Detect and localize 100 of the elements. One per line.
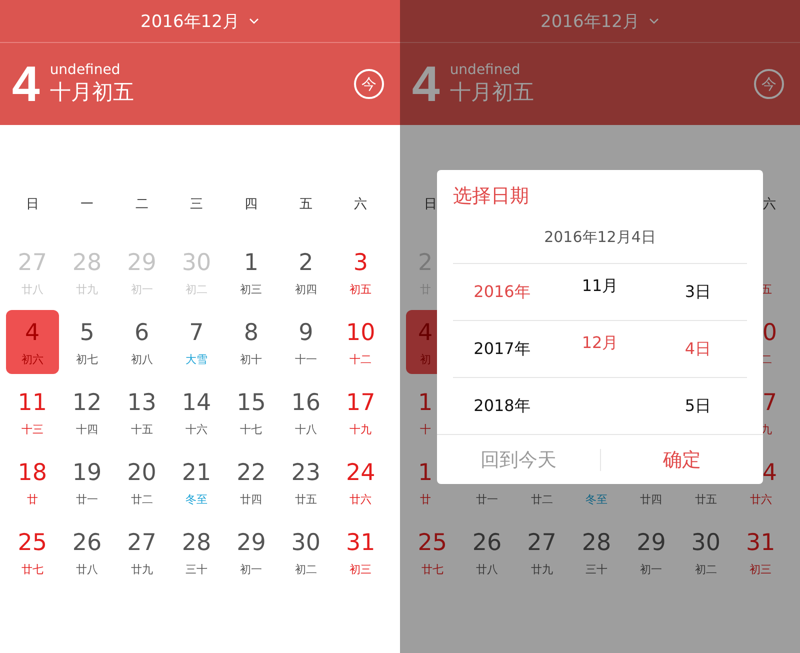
lunar-date: 廿一 — [76, 492, 98, 507]
day-number: 3 — [353, 249, 368, 277]
day-number: 9 — [298, 319, 314, 347]
day-number: 28 — [582, 529, 612, 557]
lunar-date: 冬至 — [585, 492, 608, 507]
lunar-date: 廿 — [419, 492, 431, 507]
day-number: 29 — [236, 529, 266, 557]
day-number: 1 — [417, 389, 433, 417]
day-note: undefined — [50, 62, 122, 78]
lunar-date: 初一 — [130, 282, 153, 297]
day-number: 21 — [182, 459, 212, 487]
weekday-label: 日 — [423, 196, 438, 214]
lunar-date: 廿五 — [294, 492, 317, 507]
day-number: 30 — [182, 249, 212, 277]
lunar-date: 十 — [419, 422, 431, 437]
day-number: 20 — [127, 459, 156, 487]
day-number: 14 — [182, 389, 212, 417]
day-number: 18 — [18, 459, 47, 487]
day-number: 28 — [72, 249, 102, 277]
lunar-date: 廿七 — [421, 562, 444, 577]
day-number: 27 — [18, 249, 47, 277]
lunar-date: 廿九 — [76, 282, 98, 297]
day-number: 26 — [72, 529, 102, 557]
day-number: 15 — [236, 389, 266, 417]
day-number: 8 — [244, 319, 259, 347]
lunar-date: 廿五 — [694, 492, 717, 507]
day-number: 31 — [346, 529, 376, 557]
lunar-date: 十四 — [76, 422, 98, 437]
day-number: 30 — [691, 529, 721, 557]
day-number: 27 — [527, 529, 556, 557]
lunar-date: 廿八 — [21, 282, 44, 297]
lunar-date: 十七 — [240, 422, 262, 437]
day-number: 4 — [412, 55, 440, 113]
lunar-date: 冬至 — [185, 492, 208, 507]
weekday-label: 日 — [24, 196, 40, 214]
lunar-date: 十六 — [185, 422, 208, 437]
day-number: 11 — [18, 389, 47, 417]
lunar-date: 十月初五 — [450, 79, 535, 106]
day-number: 31 — [746, 529, 776, 557]
day-number: 12 — [72, 389, 102, 417]
lunar-date: 廿二 — [530, 492, 553, 507]
day-number: 27 — [127, 529, 156, 557]
lunar-date: 廿 — [26, 492, 38, 507]
lunar-date: 三十 — [585, 562, 608, 577]
lunar-date: 十二 — [350, 352, 372, 367]
weekday-label: 一 — [80, 196, 95, 214]
lunar-date: 初二 — [185, 282, 208, 297]
lunar-date: 初七 — [76, 352, 98, 367]
lunar-date: 初二 — [694, 562, 717, 577]
day-number: 0 — [762, 319, 778, 347]
dialog-title: 选择日期 — [452, 184, 530, 209]
weekday-label: 四 — [244, 196, 259, 214]
lunar-date: 十一 — [294, 352, 317, 367]
lunar-date: 廿一 — [476, 492, 498, 507]
day-number: 10 — [346, 319, 376, 347]
lunar-date: 廿六 — [350, 492, 372, 507]
day-number: 6 — [134, 319, 150, 347]
day-number: 22 — [236, 459, 266, 487]
day-number: 7 — [762, 389, 778, 417]
weekday-label: 五 — [298, 196, 314, 214]
weekday-label: 六 — [353, 196, 368, 214]
day-number: 1 — [417, 459, 433, 487]
day-number: 29 — [636, 529, 666, 557]
lunar-date: 初三 — [350, 562, 372, 577]
day-number: 25 — [418, 529, 447, 557]
lunar-date: 初八 — [130, 352, 153, 367]
day-number: 1 — [244, 249, 259, 277]
lunar-date: 初五 — [350, 282, 372, 297]
lunar-date: 初二 — [294, 562, 317, 577]
day-number: 30 — [291, 529, 321, 557]
day-number: 4 — [762, 459, 778, 487]
lunar-date: 廿七 — [21, 562, 44, 577]
day-number: 4 — [12, 55, 40, 113]
lunar-date: 初三 — [750, 562, 772, 577]
lunar-date: 廿四 — [240, 492, 262, 507]
lunar-date: 十八 — [294, 422, 317, 437]
lunar-date: 十九 — [350, 422, 372, 437]
day-number: 19 — [72, 459, 102, 487]
day-number: 4 — [25, 319, 40, 347]
lunar-date: 廿八 — [476, 562, 498, 577]
lunar-date: 三十 — [185, 562, 208, 577]
day-number: 5 — [80, 319, 94, 347]
day-number: 13 — [127, 389, 156, 417]
day-number: 25 — [18, 529, 47, 557]
lunar-date: 十月初五 — [50, 79, 135, 106]
lunar-date: 廿九 — [130, 562, 153, 577]
weekday-label: 二 — [134, 196, 150, 214]
day-number: 17 — [346, 389, 376, 417]
lunar-date: 十三 — [21, 422, 44, 437]
lunar-date: 廿二 — [130, 492, 153, 507]
lunar-date: 初四 — [294, 282, 317, 297]
lunar-date: 廿八 — [76, 562, 98, 577]
selected-date: 2016年12月4日 — [543, 227, 657, 248]
lunar-date: 廿九 — [530, 562, 553, 577]
day-number: 16 — [291, 389, 321, 417]
day-number: 2 — [298, 249, 314, 277]
lunar-date: 大雪 — [185, 352, 208, 367]
lunar-date: 廿六 — [750, 492, 773, 507]
day-number: 26 — [472, 529, 502, 557]
lunar-date: 初三 — [240, 282, 262, 297]
